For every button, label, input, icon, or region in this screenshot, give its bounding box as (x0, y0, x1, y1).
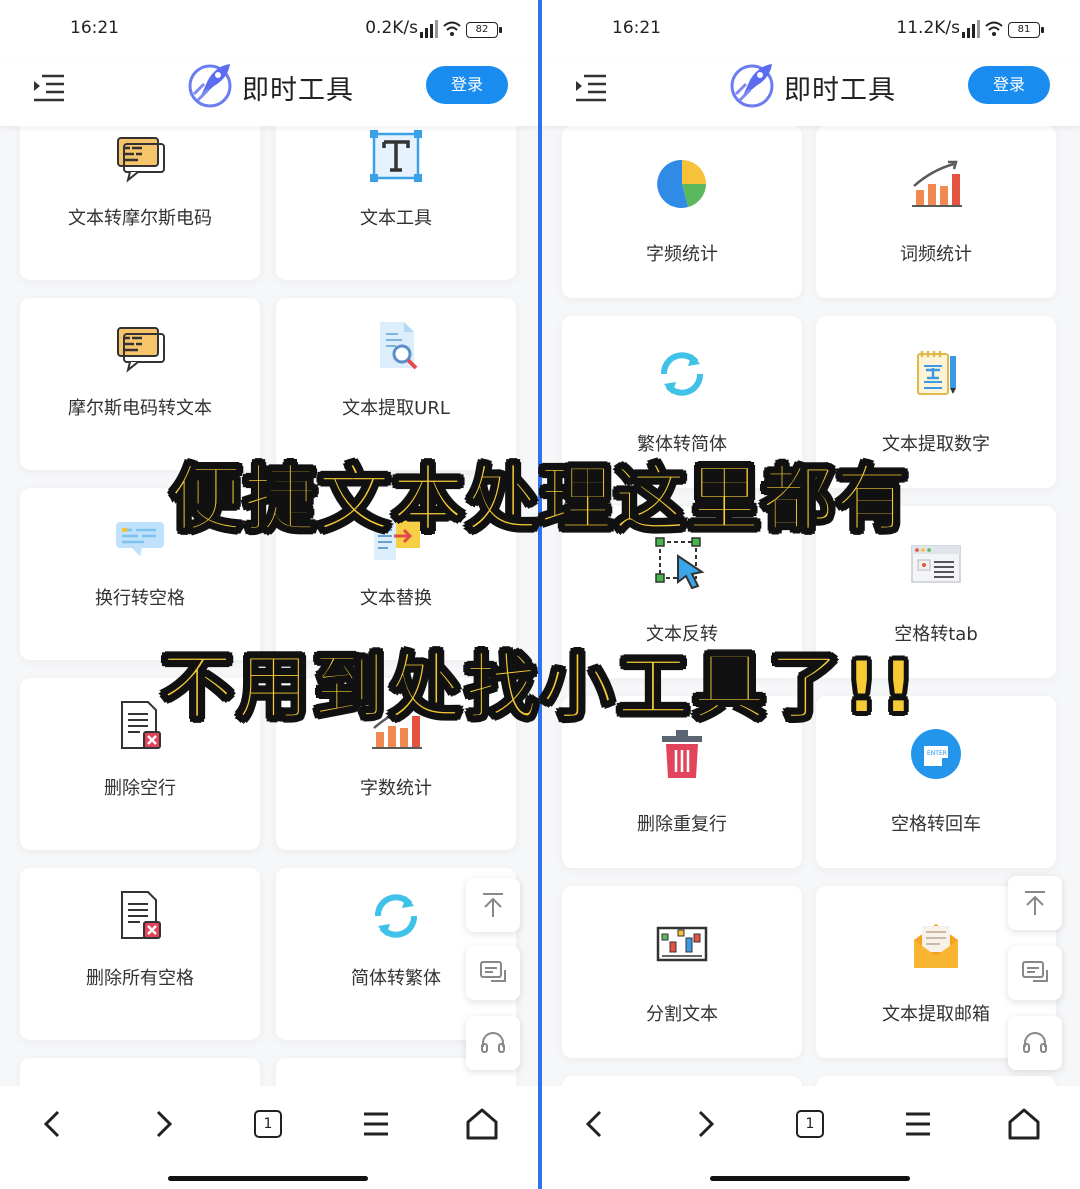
text-t-icon (370, 130, 422, 182)
arrow-up-icon (483, 893, 503, 917)
left-screen: 16:21 0.2K/s 82 即时工具 登录 文本转摩尔斯电码 文本工具 摩尔… (0, 0, 538, 1189)
tool-card[interactable]: 字频统计 (562, 126, 802, 298)
status-time: 16:21 (612, 18, 661, 38)
tool-label: 摩尔斯电码转文本 (68, 398, 212, 419)
hamburger-menu-icon[interactable] (898, 1104, 938, 1144)
signal-wifi-icon (962, 20, 1003, 38)
forward-icon[interactable] (142, 1104, 182, 1144)
tool-label: 词频统计 (900, 244, 972, 265)
notepad-icon (917, 351, 956, 395)
home-indicator (168, 1176, 368, 1181)
tool-label: 分割文本 (646, 1004, 718, 1025)
headset-icon (1023, 1032, 1047, 1053)
browser-bottom-nav: 1 (542, 1086, 1080, 1189)
enter-key-icon: ENTER (911, 729, 961, 779)
network-speed: 0.2K/s (365, 18, 418, 38)
status-bar: 16:21 11.2K/s 81 (542, 0, 1080, 60)
app-title: 即时工具 (784, 75, 896, 106)
rocket-logo-icon (730, 64, 774, 108)
pie-chart-icon (657, 159, 706, 208)
battery-icon: 81 (1008, 22, 1044, 38)
mail-icon (914, 924, 958, 968)
tool-label: 字数统计 (360, 778, 432, 799)
signal-wifi-icon (420, 20, 461, 38)
tabs-button[interactable]: 1 (790, 1104, 830, 1144)
tool-label: 删除所有空格 (86, 968, 194, 989)
status-icons: 82 (420, 20, 502, 40)
forward-icon[interactable] (684, 1104, 724, 1144)
status-icons: 81 (962, 20, 1044, 40)
svg-text:ENTER: ENTER (927, 750, 947, 757)
menu-icon[interactable] (574, 72, 608, 102)
battery-icon: 82 (466, 22, 502, 38)
tool-card[interactable]: 文本转摩尔斯电码 (20, 108, 260, 280)
home-icon[interactable] (1004, 1104, 1044, 1144)
right-screen: 16:21 11.2K/s 81 即时工具 登录 字频统计 词频统计 繁体转简体… (542, 0, 1080, 1189)
message-icon (1022, 961, 1048, 982)
home-icon[interactable] (462, 1104, 502, 1144)
morse-chat-icon (117, 137, 165, 183)
tool-card[interactable]: 文本工具 (276, 108, 516, 280)
home-indicator (710, 1176, 910, 1181)
tool-label: 文本工具 (360, 208, 432, 229)
support-button[interactable] (1008, 1016, 1062, 1070)
tool-label: 删除重复行 (637, 814, 727, 835)
back-icon[interactable] (576, 1104, 616, 1144)
tool-label: 字频统计 (646, 244, 718, 265)
hamburger-menu-icon[interactable] (356, 1104, 396, 1144)
tool-label: 文本提取URL (342, 398, 450, 419)
tool-label: 文本转摩尔斯电码 (68, 208, 212, 229)
morse-chat-icon (117, 327, 165, 373)
tool-card[interactable]: 删除所有空格 (20, 868, 260, 1040)
message-icon (480, 961, 506, 982)
refresh-icon (661, 352, 703, 396)
tab-count: 1 (254, 1110, 282, 1138)
feedback-button[interactable] (1008, 946, 1062, 1000)
tool-card[interactable]: 分割文本 (562, 886, 802, 1058)
tool-label: 文本替换 (360, 588, 432, 609)
login-button[interactable]: 登录 (426, 66, 508, 104)
split-board-icon (656, 926, 708, 962)
trash-icon (662, 730, 702, 778)
tab-count: 1 (796, 1110, 824, 1138)
scroll-top-button[interactable] (466, 878, 520, 932)
app-header: 即时工具 登录 (0, 60, 538, 126)
menu-icon[interactable] (32, 72, 66, 102)
network-speed: 11.2K/s (896, 18, 960, 38)
support-button[interactable] (466, 1016, 520, 1070)
scroll-top-button[interactable] (1008, 876, 1062, 930)
doc-delete-icon (121, 891, 161, 939)
back-icon[interactable] (34, 1104, 74, 1144)
tool-label: 换行转空格 (95, 588, 185, 609)
rocket-logo-icon (188, 64, 232, 108)
arrow-up-icon (1025, 891, 1045, 915)
app-title: 即时工具 (242, 75, 354, 106)
tool-label: 空格转回车 (891, 814, 981, 835)
caption-line-2: 不用到处找小工具了!! (160, 644, 919, 730)
tool-label: 删除空行 (104, 778, 176, 799)
tabs-button[interactable]: 1 (248, 1104, 288, 1144)
tool-card[interactable]: 词频统计 (816, 126, 1056, 298)
status-bar: 16:21 0.2K/s 82 (0, 0, 538, 60)
browser-bottom-nav: 1 (0, 1086, 538, 1189)
app-header: 即时工具 登录 (542, 60, 1080, 126)
caption-line-1: 便捷文本处理这里都有 (169, 456, 910, 542)
status-time: 16:21 (70, 18, 119, 38)
headset-icon (481, 1032, 505, 1053)
doc-search-icon (380, 322, 418, 370)
feedback-button[interactable] (466, 946, 520, 1000)
login-button[interactable]: 登录 (968, 66, 1050, 104)
bar-chart-icon (912, 160, 962, 207)
refresh-icon (375, 894, 417, 938)
